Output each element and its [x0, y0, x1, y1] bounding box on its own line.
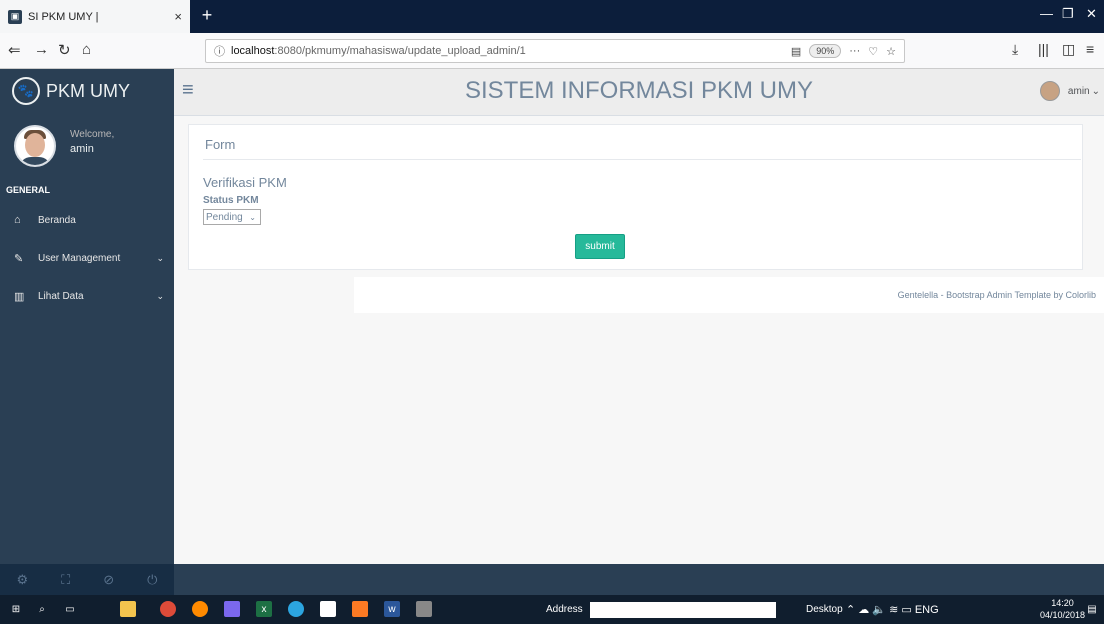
home-icon: ⌂ — [14, 214, 21, 226]
bar-chart-icon: ▥ — [14, 290, 25, 303]
downloads-icon[interactable]: ⤓ — [1012, 41, 1018, 58]
reader-view-icon[interactable]: ▤ — [791, 45, 801, 58]
address-label: Address — [546, 604, 583, 615]
desktop-label[interactable]: Desktop — [806, 604, 843, 615]
browser-tab-bar: ▣ SI PKM UMY | × + — ❐ ✕ — [0, 0, 1104, 33]
clock-time: 14:20 — [1051, 598, 1074, 608]
chevron-down-icon: ⌄ — [1091, 85, 1100, 97]
main-content: Form Verifikasi PKM Status PKM Pending ⌄… — [174, 116, 1104, 564]
reload-icon[interactable]: ↻ — [58, 41, 71, 59]
search-icon[interactable]: ⌕ — [34, 601, 50, 617]
panel-title: Form — [205, 137, 236, 152]
status-label: Status PKM — [203, 195, 259, 206]
chevron-down-icon: ⌄ — [156, 290, 164, 301]
library-icon[interactable]: ||| — [1038, 41, 1049, 57]
minimize-icon[interactable]: — — [1040, 6, 1053, 21]
bookmark-star-icon[interactable]: ☆ — [886, 45, 896, 58]
favicon-icon: ▣ — [8, 9, 22, 24]
sidebar-item-label: User Management — [38, 252, 121, 264]
browser-tab[interactable]: ▣ SI PKM UMY | × — [0, 0, 190, 33]
bottom-strip — [174, 564, 1104, 595]
file-explorer-icon[interactable] — [120, 601, 136, 617]
status-select[interactable]: Pending ⌄ — [203, 209, 261, 225]
edit-icon: ✎ — [14, 252, 24, 265]
address-input[interactable] — [590, 602, 776, 618]
visual-studio-icon[interactable] — [224, 601, 240, 617]
word-icon[interactable]: w — [384, 601, 400, 617]
language-indicator[interactable]: ENG — [915, 604, 939, 616]
user-avatar — [1039, 81, 1060, 101]
sidebar-item-beranda[interactable]: ⌂ Beranda — [0, 201, 174, 239]
settings-icon[interactable]: ⚙ — [17, 572, 29, 588]
chevron-down-icon: ⌄ — [249, 212, 256, 222]
firefox-icon[interactable] — [192, 601, 208, 617]
user-menu-name: amin — [1067, 85, 1090, 97]
windows-start-icon[interactable]: ⊞ — [8, 601, 24, 617]
chevron-down-icon: ⌄ — [156, 252, 164, 263]
profile-username: amin — [70, 143, 94, 155]
telegram-icon[interactable] — [288, 601, 304, 617]
task-view-icon[interactable]: ▭ — [62, 601, 78, 617]
url-host: localhost — [231, 45, 275, 57]
paw-icon: 🐾 — [12, 77, 40, 105]
site-info-icon[interactable]: ⓘ — [214, 43, 225, 59]
new-tab-button[interactable]: + — [196, 4, 218, 26]
fullscreen-icon[interactable]: ⛶ — [61, 572, 70, 588]
home-icon[interactable]: ⌂ — [82, 41, 91, 58]
top-nav: ≡ SISTEM INFORMASI PKM UMY amin ⌄ — [174, 69, 1104, 116]
welcome-text: Welcome, — [70, 129, 115, 140]
sidebar-item-user-management[interactable]: ✎ User Management ⌄ — [0, 239, 174, 277]
status-select-value: Pending — [206, 211, 243, 223]
sidebar: 🐾 PKM UMY Welcome, amin GENERAL ⌂ Berand… — [0, 69, 174, 595]
restore-icon[interactable]: ❐ — [1062, 6, 1074, 22]
url-bar[interactable]: ⓘ localhost :8080/pkmumy/mahasiswa/updat… — [205, 39, 905, 63]
user-menu[interactable]: amin ⌄ — [1039, 81, 1100, 101]
page-actions-icon[interactable]: ··· — [849, 45, 860, 57]
avatar — [14, 125, 56, 167]
back-icon[interactable]: ⇐ — [8, 41, 21, 59]
sidebar-toggle-icon[interactable]: ◫ — [1062, 41, 1075, 58]
window-close-icon[interactable]: ✕ — [1086, 6, 1097, 22]
brand-name: PKM UMY — [46, 80, 131, 101]
screen: ▣ SI PKM UMY | × + — ❐ ✕ ⇐ → ↻ ⌂ ⓘ local… — [0, 0, 1104, 624]
form-panel: Form Verifikasi PKM Status PKM Pending ⌄… — [188, 124, 1083, 270]
clock[interactable]: 14:20 04/10/2018 — [1040, 597, 1085, 621]
brand[interactable]: 🐾 PKM UMY — [0, 69, 174, 113]
browser-nav-bar: ⇐ → ↻ ⌂ ⓘ localhost :8080/pkmumy/mahasis… — [0, 33, 1104, 69]
url-path: :8080/pkmumy/mahasiswa/update_upload_adm… — [274, 45, 526, 57]
sidebar-item-label: Beranda — [38, 214, 76, 226]
pocket-icon[interactable]: ♡ — [868, 45, 878, 58]
tab-title: SI PKM UMY | — [28, 10, 99, 23]
notifications-icon[interactable]: ▤ — [1084, 601, 1100, 617]
excel-icon[interactable]: x — [256, 601, 272, 617]
menu-icon[interactable]: ≡ — [1086, 41, 1094, 57]
app-icon[interactable] — [416, 601, 432, 617]
sidebar-item-label: Lihat Data — [38, 290, 84, 302]
profile: Welcome, amin — [0, 125, 174, 193]
forward-icon[interactable]: → — [34, 41, 49, 58]
xampp-icon[interactable] — [352, 601, 368, 617]
system-tray[interactable]: ⌃ ☁ 🔈 ≋ ▭ ENG — [846, 603, 939, 616]
sidebar-item-lihat-data[interactable]: ▥ Lihat Data ⌄ — [0, 277, 174, 315]
footer-text: Gentelella - Bootstrap Admin Template by… — [897, 290, 1096, 300]
divider — [203, 159, 1081, 160]
logout-icon[interactable]: ⏻ — [147, 572, 157, 588]
submit-button[interactable]: submit — [575, 234, 625, 259]
sidebar-footer: ⚙ ⛶ ⊘ ⏻ — [0, 564, 174, 595]
chrome-icon[interactable] — [160, 601, 176, 617]
form-heading: Verifikasi PKM — [203, 175, 287, 190]
close-tab-icon[interactable]: × — [174, 9, 182, 24]
lock-icon[interactable]: ⊘ — [103, 572, 114, 588]
sticky-notes-icon[interactable] — [320, 601, 336, 617]
page-title: SISTEM INFORMASI PKM UMY — [464, 77, 814, 104]
taskbar: ⊞ ⌕ ▭ x w Address Desktop ⌃ ☁ 🔈 ≋ ▭ ENG … — [0, 595, 1104, 624]
clock-date: 04/10/2018 — [1040, 610, 1086, 620]
page-footer: Gentelella - Bootstrap Admin Template by… — [354, 277, 1104, 313]
zoom-indicator[interactable]: 90% — [809, 44, 842, 58]
